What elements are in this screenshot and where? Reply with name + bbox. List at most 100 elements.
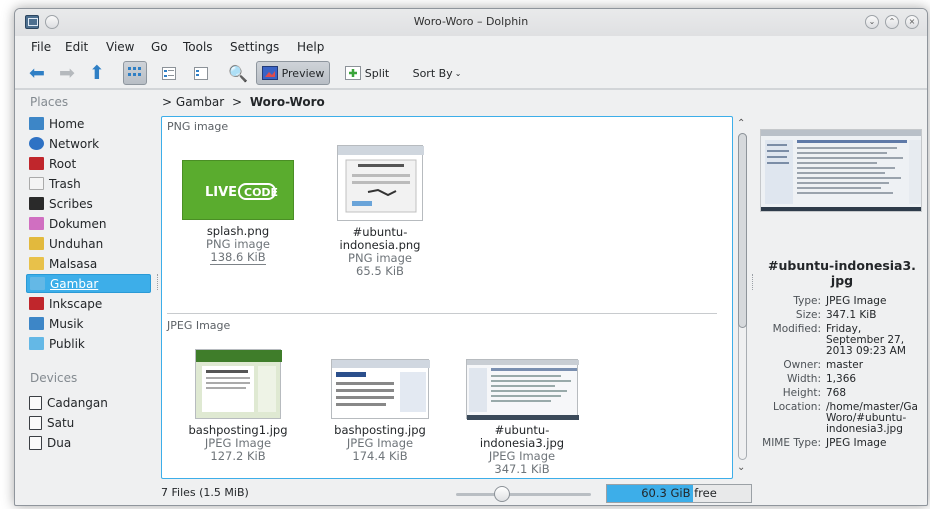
breadcrumb-current[interactable]: Woro-Woro <box>250 95 325 109</box>
desktop-screenshot-preview <box>761 130 921 211</box>
file-item[interactable]: #ubuntu-indonesia3.jpg JPEG Image 347.1 … <box>461 359 583 476</box>
info-file-title: #ubuntu-indonesia3. jpg <box>768 258 916 288</box>
webpage-green-thumbnail <box>196 350 282 412</box>
trash-icon <box>29 177 44 190</box>
places-title: Places <box>30 95 69 109</box>
webpage-blue-thumbnail <box>332 360 430 412</box>
minimize-icon[interactable]: ⌄ <box>865 15 879 29</box>
window-title: Woro-Woro – Dolphin <box>413 15 529 28</box>
sidebar-item-label: Inkscape <box>49 296 103 311</box>
thumbnail <box>337 145 424 221</box>
vertical-scrollbar[interactable]: ⌃ ⌄ <box>735 116 749 479</box>
folder-yellow-icon <box>29 257 44 270</box>
title-bar[interactable]: Woro-Woro – Dolphin ⌄ ⌃ × <box>15 9 927 36</box>
sidebar-item-scribes[interactable]: Scribes <box>26 194 151 213</box>
sidebar-item-trash[interactable]: Trash <box>26 174 151 193</box>
free-space-indicator[interactable]: 60.3 GiB free <box>606 484 752 503</box>
folder-pink-icon <box>29 217 44 230</box>
property-key: Size: <box>795 309 821 321</box>
compact-view-icon[interactable] <box>157 61 181 85</box>
preview-button[interactable]: Preview <box>256 61 330 85</box>
property-key: Type: <box>793 295 821 307</box>
menu-settings[interactable]: Settings <box>230 40 279 54</box>
close-icon[interactable]: × <box>905 15 919 29</box>
back-icon[interactable]: ⬅ <box>25 61 49 85</box>
maximize-icon[interactable]: ⌃ <box>885 15 899 29</box>
panel-resize-handle[interactable] <box>157 274 159 290</box>
icons-view-icon[interactable] <box>123 61 147 85</box>
scroll-slider[interactable] <box>738 133 747 328</box>
sidebar-item-home[interactable]: Home <box>26 114 151 133</box>
sidebar-item-malsasa[interactable]: Malsasa <box>26 254 151 273</box>
toolbar: ⬅ ➡ ⬆ 🔍 Preview Split Sort By ⌄ <box>15 59 927 87</box>
file-item[interactable]: #ubuntu-indonesia.png PNG image 65.5 KiB <box>319 145 441 278</box>
property-value: Friday, September 27, 2013 09:23 AM <box>826 323 906 357</box>
file-item[interactable]: bashposting1.jpg JPEG Image 127.2 KiB <box>177 349 299 463</box>
thumbnail: LIVE CODE <box>182 160 294 220</box>
device-item-label: Cadangan <box>47 395 108 410</box>
file-item[interactable]: LIVE CODE splash.png PNG image 138.6 KiB <box>177 160 299 265</box>
menu-tools[interactable]: Tools <box>183 40 213 54</box>
file-name: #ubuntu-indonesia.png <box>339 225 421 252</box>
panel-resize-handle-right[interactable] <box>752 274 754 290</box>
livecode-logo: LIVE CODE <box>205 183 278 200</box>
thumbnail <box>195 349 282 419</box>
file-size: 138.6 KiB <box>210 250 266 265</box>
sidebar-item-inkscape[interactable]: Inkscape <box>26 294 151 313</box>
file-name: #ubuntu-indonesia3.jpg <box>479 423 565 450</box>
thumbnail <box>466 359 579 420</box>
sort-by-label: Sort By <box>412 66 453 80</box>
split-button[interactable]: Split <box>341 61 393 85</box>
group-header-png: PNG image <box>167 120 229 133</box>
sidebar-item-unduhan[interactable]: Unduhan <box>26 234 151 253</box>
breadcrumb[interactable]: > Gambar > Woro-Woro <box>162 95 325 109</box>
sidebar-item-label: Trash <box>49 176 81 191</box>
sidebar-item-label: Malsasa <box>49 256 98 271</box>
property-key: MIME Type: <box>762 437 821 449</box>
menu-file[interactable]: File <box>31 40 51 54</box>
menu-bar: File Edit View Go Tools Settings Help <box>15 37 927 57</box>
connect-dialog-thumbnail <box>338 146 424 213</box>
up-icon[interactable]: ⬆ <box>85 61 109 85</box>
device-item-cadangan[interactable]: Cadangan <box>26 393 151 412</box>
menu-help[interactable]: Help <box>297 40 324 54</box>
breadcrumb-parent[interactable]: Gambar <box>176 95 224 109</box>
file-size: 65.5 KiB <box>356 264 404 278</box>
sidebar-item-dokumen[interactable]: Dokumen <box>26 214 151 233</box>
scroll-up-icon[interactable]: ⌃ <box>737 118 745 129</box>
folder-red-icon <box>29 297 44 310</box>
forward-icon[interactable]: ➡ <box>55 61 79 85</box>
file-size: 347.1 KiB <box>494 462 550 476</box>
free-space-label: 60.3 GiB free <box>641 486 717 500</box>
sidebar-item-publik[interactable]: Publik <box>26 334 151 353</box>
compact-list-icon <box>162 66 176 80</box>
sidebar-item-label: Network <box>49 136 100 151</box>
split-icon <box>344 66 361 80</box>
menu-go[interactable]: Go <box>151 40 168 54</box>
device-item-satu[interactable]: Satu <box>26 413 151 432</box>
property-value: /home/master/Ga Woro/#ubuntu-indonesia3.j… <box>826 401 918 435</box>
sidebar-item-label: Scribes <box>49 196 93 211</box>
zoom-slider-handle[interactable] <box>494 486 510 502</box>
sidebar-item-musik[interactable]: Musik <box>26 314 151 333</box>
music-folder-icon <box>29 317 44 330</box>
file-item[interactable]: bashposting.jpg JPEG Image 174.4 KiB <box>319 359 441 463</box>
sidebar-item-network[interactable]: Network <box>26 134 151 153</box>
details-view-icon[interactable] <box>189 61 213 85</box>
find-icon[interactable]: 🔍 <box>224 61 252 85</box>
menu-edit[interactable]: Edit <box>65 40 88 54</box>
menu-view[interactable]: View <box>106 40 134 54</box>
sort-by-button[interactable]: Sort By ⌄ <box>411 61 463 85</box>
file-size: 174.4 KiB <box>352 449 408 463</box>
sidebar-item-root[interactable]: Root <box>26 154 151 173</box>
grid-icon <box>128 67 141 76</box>
chevron-down-icon: ⌄ <box>454 68 462 78</box>
device-item-label: Dua <box>47 435 72 450</box>
device-item-dua[interactable]: Dua <box>26 433 151 452</box>
file-view[interactable]: PNG image LIVE CODE splash.png PNG image … <box>161 116 733 479</box>
folder-dark-icon <box>29 197 44 210</box>
devices-title: Devices <box>30 371 78 385</box>
sidebar-item-gambar[interactable]: Gambar <box>26 274 151 293</box>
zoom-slider-track[interactable] <box>456 493 591 496</box>
scroll-down-icon[interactable]: ⌄ <box>737 462 745 473</box>
